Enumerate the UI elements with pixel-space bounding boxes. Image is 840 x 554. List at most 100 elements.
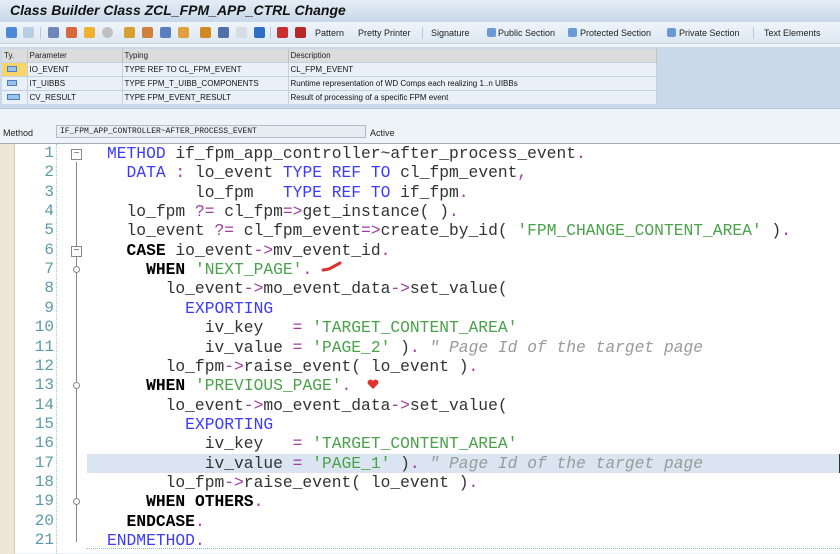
- code-editor[interactable]: 1 METHOD if_fpm_app_controller~after_proc…: [0, 143, 840, 554]
- line-number: 13: [34, 376, 54, 395]
- code-text[interactable]: iv_key = 'TARGET_CONTENT_AREA': [107, 434, 518, 453]
- code-line[interactable]: 4 lo_fpm ?= cl_fpm=>get_instance( ).: [0, 202, 840, 221]
- column-header-description[interactable]: Description: [288, 49, 657, 62]
- code-line[interactable]: 17 iv_value = 'PAGE_1' ). " Page Id of t…: [0, 453, 840, 473]
- parameter-typing[interactable]: TYPE FPM_EVENT_RESULT: [122, 89, 289, 104]
- code-token-id: lo_fpm: [107, 472, 225, 492]
- importing-icon[interactable]: [2, 75, 28, 90]
- display-change-icon[interactable]: [48, 27, 59, 38]
- code-token-kw: TYPE REF TO: [282, 182, 391, 202]
- parameter-table-area: Ty. Parameter Typing Description IO_EVEN…: [0, 47, 840, 109]
- parameter-typing[interactable]: TYPE REF TO CL_FPM_EVENT: [122, 61, 289, 76]
- code-text[interactable]: WHEN 'PREVIOUS_PAGE'.: [107, 376, 351, 395]
- table-row[interactable]: CV_RESULT TYPE FPM_EVENT_RESULT Result o…: [2, 89, 657, 104]
- code-text[interactable]: lo_fpm->raise_event( lo_event ).: [107, 472, 479, 492]
- code-line[interactable]: 8 lo_event->mo_event_data->set_value(: [0, 279, 840, 298]
- code-token-op: ->: [224, 472, 244, 492]
- parameter-description[interactable]: Result of processing of a specific FPM e…: [288, 89, 657, 104]
- code-text[interactable]: WHEN OTHERS.: [107, 492, 263, 511]
- parameter-typing[interactable]: TYPE FPM_T_UIBB_COMPONENTS: [122, 75, 289, 90]
- code-text[interactable]: lo_event ?= cl_fpm_event=>create_by_id( …: [107, 221, 791, 240]
- column-header-parameter[interactable]: Parameter: [27, 49, 123, 62]
- line-number: 17: [34, 453, 54, 472]
- table-row[interactable]: IO_EVENT TYPE REF TO CL_FPM_EVENT CL_FPM…: [2, 61, 657, 76]
- session-breakpoint-icon[interactable]: [295, 27, 306, 38]
- code-text[interactable]: ENDCASE.: [107, 512, 205, 531]
- code-token-op: =: [292, 337, 303, 357]
- code-text[interactable]: lo_event->mo_event_data->set_value(: [107, 396, 508, 415]
- stack-icon[interactable]: [218, 27, 229, 38]
- code-token-op: :: [165, 163, 186, 183]
- active-inactive-icon[interactable]: [66, 27, 77, 38]
- parameter-name[interactable]: IT_UIBBS: [27, 75, 123, 90]
- pattern-button[interactable]: Pattern: [315, 28, 344, 38]
- forward-icon[interactable]: [23, 27, 34, 38]
- code-text[interactable]: EXPORTING: [107, 299, 273, 318]
- code-line[interactable]: 1 METHOD if_fpm_app_controller~after_proc…: [0, 144, 840, 163]
- signature-button[interactable]: Signature: [431, 28, 470, 38]
- parameter-description[interactable]: Runtime representation of WD Comps each …: [288, 75, 657, 90]
- protected-section-button[interactable]: Protected Section: [580, 28, 651, 38]
- code-line[interactable]: 19 WHEN OTHERS.: [0, 492, 840, 511]
- code-line[interactable]: 15 EXPORTING: [0, 415, 840, 434]
- code-line[interactable]: 12 lo_fpm->raise_event( lo_event ).: [0, 357, 840, 376]
- code-line[interactable]: 16 iv_key = 'TARGET_CONTENT_AREA': [0, 434, 840, 453]
- column-header-type[interactable]: Ty.: [2, 49, 28, 62]
- fold-toggle-icon[interactable]: −: [71, 246, 82, 257]
- code-text[interactable]: iv_value = 'PAGE_1' ). " Page Id of the …: [107, 454, 703, 473]
- importing-icon[interactable]: [2, 61, 28, 76]
- parameter-description[interactable]: CL_FPM_EVENT: [288, 61, 657, 76]
- code-text[interactable]: iv_value = 'PAGE_2' ). " Page Id of the …: [107, 338, 703, 357]
- code-token-op: .: [380, 240, 391, 260]
- parameter-name[interactable]: IO_EVENT: [27, 61, 123, 76]
- changing-icon[interactable]: [2, 89, 28, 104]
- code-line[interactable]: 3 lo_fpm TYPE REF TO if_fpm.: [0, 183, 840, 202]
- code-token-id: cl_fpm_event: [390, 163, 518, 183]
- code-line[interactable]: 7 WHEN 'NEXT_PAGE'.: [0, 260, 840, 279]
- table-row[interactable]: IT_UIBBS TYPE FPM_T_UIBB_COMPONENTS Runt…: [2, 75, 657, 90]
- code-token-id: lo_event: [107, 279, 244, 299]
- pretty-printer-button[interactable]: Pretty Printer: [358, 28, 411, 38]
- code-line[interactable]: 13 WHEN 'PREVIOUS_PAGE'.: [0, 376, 840, 395]
- code-text[interactable]: METHOD if_fpm_app_controller~after_proce…: [107, 144, 586, 163]
- check-icon[interactable]: [84, 27, 95, 38]
- code-text[interactable]: lo_fpm->raise_event( lo_event ).: [107, 357, 479, 376]
- code-text[interactable]: iv_key = 'TARGET_CONTENT_AREA': [107, 318, 518, 337]
- code-text[interactable]: EXPORTING: [107, 415, 273, 434]
- code-text[interactable]: lo_fpm TYPE REF TO if_fpm.: [107, 183, 469, 202]
- column-header-typing[interactable]: Typing: [122, 49, 289, 62]
- code-line[interactable]: 9 EXPORTING: [0, 299, 840, 318]
- code-line[interactable]: 6 CASE io_event->mv_event_id.: [0, 241, 840, 260]
- text-elements-button[interactable]: Text Elements: [764, 28, 821, 38]
- panel-icon[interactable]: [236, 27, 247, 38]
- code-line[interactable]: 2 DATA : lo_event TYPE REF TO cl_fpm_eve…: [0, 163, 840, 182]
- code-line[interactable]: 20 ENDCASE.: [0, 512, 840, 531]
- method-name-field[interactable]: IF_FPM_APP_CONTROLLER~AFTER_PROCESS_EVEN…: [56, 125, 366, 138]
- hierarchy-icon[interactable]: [200, 27, 211, 38]
- code-text[interactable]: DATA : lo_event TYPE REF TO cl_fpm_event…: [107, 163, 528, 183]
- code-text[interactable]: lo_fpm ?= cl_fpm=>get_instance( ).: [107, 202, 459, 221]
- code-text[interactable]: lo_event->mo_event_data->set_value(: [107, 279, 508, 298]
- public-section-button[interactable]: Public Section: [498, 28, 555, 38]
- private-section-button[interactable]: Private Section: [679, 28, 740, 38]
- code-line[interactable]: 18 lo_fpm->raise_event( lo_event ).: [0, 473, 840, 492]
- activate-icon[interactable]: [102, 27, 113, 38]
- breakpoint-icon[interactable]: [277, 27, 288, 38]
- object-list-icon[interactable]: [160, 27, 171, 38]
- code-text[interactable]: WHEN 'NEXT_PAGE'.: [107, 260, 312, 279]
- code-token-id: iv_value: [107, 337, 293, 357]
- code-line[interactable]: 5 lo_event ?= cl_fpm_event=>create_by_id…: [0, 221, 840, 240]
- code-text[interactable]: CASE io_event->mv_event_id.: [107, 240, 391, 260]
- fold-toggle-icon[interactable]: −: [71, 149, 82, 160]
- code-line[interactable]: 11 iv_value = 'PAGE_2' ). " Page Id of t…: [0, 338, 840, 357]
- code-line[interactable]: 10 iv_key = 'TARGET_CONTENT_AREA': [0, 318, 840, 337]
- test-icon[interactable]: [142, 27, 153, 38]
- code-token-id: [302, 338, 312, 357]
- navigate-icon[interactable]: [178, 27, 189, 38]
- parameter-name[interactable]: CV_RESULT: [27, 89, 123, 104]
- back-icon[interactable]: [6, 27, 17, 38]
- code-line[interactable]: 14 lo_event->mo_event_data->set_value(: [0, 396, 840, 415]
- where-used-icon[interactable]: [124, 27, 135, 38]
- info-icon[interactable]: [254, 27, 265, 38]
- code-token-id: get_instance( ): [302, 202, 449, 222]
